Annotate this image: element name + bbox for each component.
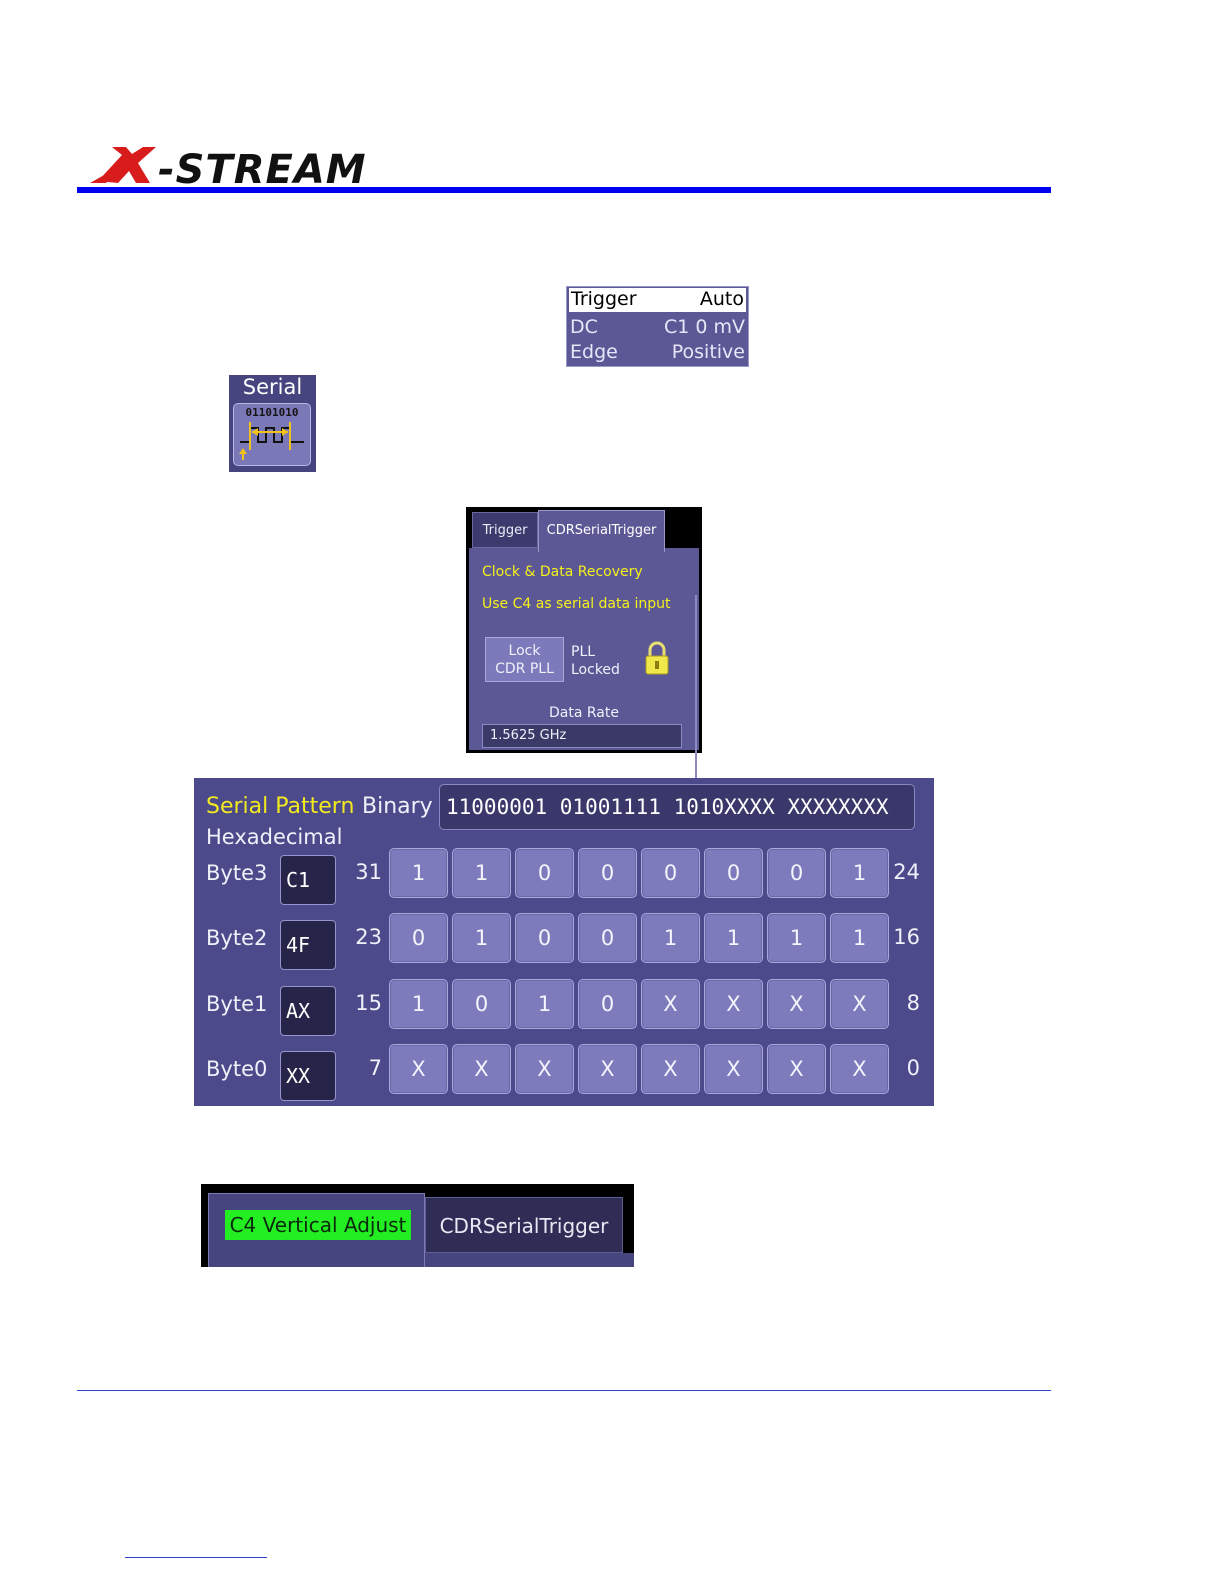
bit-button[interactable]: 0 (515, 848, 574, 898)
bit-button[interactable]: 0 (767, 848, 826, 898)
bit-button[interactable]: X (767, 1044, 826, 1094)
binary-label: Binary (362, 794, 433, 819)
header-rule (77, 187, 1051, 193)
bit-button[interactable]: 0 (578, 979, 637, 1029)
trigger-mode: Auto (699, 288, 744, 310)
dialog-divider (695, 595, 697, 785)
lock-cdr-pll-button[interactable]: Lock CDR PLL (485, 637, 564, 682)
bit-button[interactable]: X (515, 1044, 574, 1094)
cdr-dialog-body: Clock & Data Recovery Use C4 as serial d… (469, 548, 699, 785)
bit-index-low: 16 (893, 925, 920, 949)
byte-hex-field[interactable]: XX (280, 1051, 336, 1101)
bit-button[interactable]: X (578, 1044, 637, 1094)
bit-button[interactable]: 1 (641, 913, 700, 963)
bit-button[interactable]: 1 (452, 913, 511, 963)
footnote-rule (125, 1557, 267, 1558)
pll-status-line1: PLL (571, 644, 596, 660)
data-rate-label: Data Rate (549, 705, 619, 721)
dialog-tab-strip: C4 Vertical Adjust CDRSerialTrigger (201, 1184, 634, 1267)
byte-hex-field[interactable]: 4F (280, 920, 336, 970)
bit-button[interactable]: X (830, 979, 889, 1029)
cdr-input-note: Use C4 as serial data input (482, 596, 671, 612)
cdr-heading: Clock & Data Recovery (482, 564, 643, 580)
bit-button[interactable]: 0 (578, 913, 637, 963)
serial-label: Serial (242, 375, 303, 399)
lock-button-line1: Lock (508, 643, 541, 659)
trigger-slope: Positive (671, 341, 745, 363)
bit-index-high: 23 (355, 925, 382, 949)
bit-button[interactable]: X (389, 1044, 448, 1094)
serial-waveform-icon (239, 422, 304, 460)
bit-button[interactable]: 1 (704, 913, 763, 963)
pll-status-line2: Locked (571, 662, 620, 678)
bit-button[interactable]: X (704, 979, 763, 1029)
byte-label: Byte2 (206, 926, 268, 950)
tab-cdr-serial-trigger[interactable]: CDRSerialTrigger (538, 510, 665, 552)
byte-label: Byte3 (206, 861, 268, 885)
svg-text:-STREAM: -STREAM (158, 147, 367, 189)
trigger-coupling: DC (570, 316, 598, 338)
tab-c4-vertical-adjust[interactable]: C4 Vertical Adjust (208, 1193, 425, 1267)
bit-button[interactable]: 0 (704, 848, 763, 898)
bit-button[interactable]: 1 (389, 979, 448, 1029)
footer-rule (77, 1390, 1051, 1391)
bit-button[interactable]: 1 (515, 979, 574, 1029)
bit-button[interactable]: 0 (389, 913, 448, 963)
serial-pattern-panel: Serial Pattern Binary 11000001 01001111 … (194, 778, 934, 1106)
tab-trigger[interactable]: Trigger (472, 512, 538, 548)
byte-label: Byte1 (206, 992, 268, 1016)
binary-pattern-field[interactable]: 11000001 01001111 1010XXXX XXXXXXXX (439, 784, 915, 830)
bit-index-high: 7 (368, 1056, 382, 1080)
bit-button[interactable]: 1 (767, 913, 826, 963)
bit-button[interactable]: X (704, 1044, 763, 1094)
bit-button[interactable]: 1 (452, 848, 511, 898)
tab-cdr-serial-trigger-bottom[interactable]: CDRSerialTrigger (425, 1197, 623, 1253)
xstream-logo: -STREAM (90, 147, 367, 189)
byte-hex-field[interactable]: C1 (280, 855, 336, 905)
bit-button[interactable]: X (641, 1044, 700, 1094)
serial-bits: 01101010 (245, 406, 299, 419)
bit-button[interactable]: 0 (641, 848, 700, 898)
bit-index-high: 31 (355, 860, 382, 884)
byte-hex-field[interactable]: AX (280, 986, 336, 1036)
serial-icon-tile: 01101010 (233, 403, 311, 466)
bit-button[interactable]: 1 (830, 848, 889, 898)
bit-button[interactable]: X (641, 979, 700, 1029)
data-rate-field[interactable]: 1.5625 GHz (482, 724, 682, 748)
tab-c4-vertical-adjust-label: C4 Vertical Adjust (225, 1210, 411, 1240)
bit-index-low: 24 (893, 860, 920, 884)
bit-button[interactable]: 1 (389, 848, 448, 898)
trigger-type: Edge (570, 341, 618, 363)
bit-index-low: 0 (906, 1056, 920, 1080)
bit-button[interactable]: X (830, 1044, 889, 1094)
bit-index-low: 8 (906, 991, 920, 1015)
trigger-label: Trigger (571, 288, 637, 310)
bit-button[interactable]: 0 (515, 913, 574, 963)
bit-button[interactable]: 0 (452, 979, 511, 1029)
lock-button-line2: CDR PLL (495, 661, 554, 677)
bit-button[interactable]: 0 (578, 848, 637, 898)
bit-button[interactable]: X (767, 979, 826, 1029)
trigger-descriptor-box[interactable]: Trigger Auto DC C1 0 mV Edge Positive (566, 286, 749, 367)
bit-button[interactable]: 1 (830, 913, 889, 963)
pll-status: PLL Locked (571, 643, 620, 679)
serial-trigger-button[interactable]: Serial 01101010 (229, 375, 316, 472)
bit-index-high: 15 (355, 991, 382, 1015)
trigger-source-level: C1 0 mV (663, 316, 745, 338)
hexadecimal-label: Hexadecimal (206, 825, 343, 849)
padlock-icon (645, 641, 669, 675)
cdr-trigger-dialog: Trigger Clock & Data Recovery Use C4 as … (466, 507, 702, 785)
byte-label: Byte0 (206, 1057, 268, 1081)
bit-button[interactable]: X (452, 1044, 511, 1094)
serial-pattern-title: Serial Pattern (206, 794, 355, 819)
